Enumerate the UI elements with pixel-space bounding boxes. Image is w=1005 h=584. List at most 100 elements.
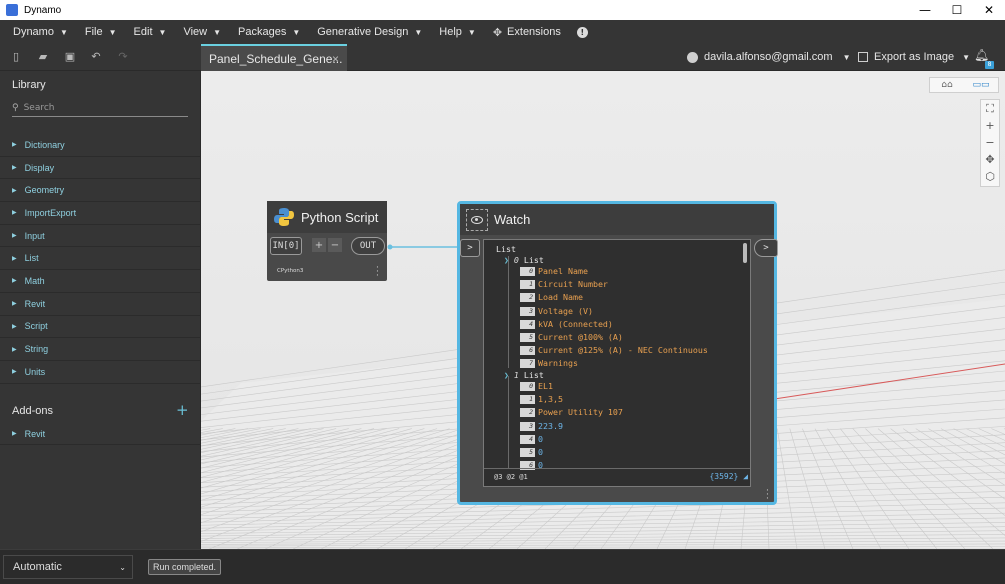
remove-input-minus-button[interactable]: − xyxy=(328,238,342,252)
notification-bell-icon[interactable]: 🔔︎ xyxy=(974,48,989,62)
info-icon[interactable]: ! xyxy=(576,26,588,38)
save-icon[interactable]: ▣ xyxy=(64,51,76,63)
node-options-icon[interactable]: · · · xyxy=(766,487,769,504)
open-folder-icon[interactable]: ▰ xyxy=(37,51,49,63)
menu-label: Extensions xyxy=(507,26,561,38)
close-window-button[interactable]: ✕ xyxy=(973,0,1005,20)
menu-file[interactable]: File ▼ xyxy=(85,26,117,38)
watch-output-tree[interactable]: List ❯ 0 List 0 Panel Name 1 Circuit Number… xyxy=(483,239,751,487)
title-bar: Dynamo — ☐ ✕ xyxy=(0,0,1005,20)
tab-workspace[interactable]: Panel_Schedule_Gene... × xyxy=(201,44,347,71)
library-item-revit[interactable]: ▶ Revit xyxy=(0,293,200,316)
menu-dynamo[interactable]: Dynamo ▼ xyxy=(13,26,68,38)
minimize-button[interactable]: — xyxy=(909,0,941,20)
list-item-row: 4 kVA (Connected) xyxy=(520,319,613,329)
menu-packages[interactable]: Packages ▼ xyxy=(238,26,300,38)
list-item-row: 2 Power Utility 107 xyxy=(520,407,623,418)
3d-view-icon[interactable]: ⌂⌂ xyxy=(930,78,964,92)
fit-to-view-icon[interactable]: ⛶ xyxy=(981,100,999,117)
library-item-script[interactable]: ▶ Script xyxy=(0,316,200,339)
addon-item-revit[interactable]: ▶ Revit xyxy=(0,423,200,445)
collapse-chevron-icon[interactable]: ❯ xyxy=(504,371,509,380)
menu-extensions[interactable]: ✥ Extensions xyxy=(493,26,561,39)
item-value: Current @125% (A) - NEC Continuous xyxy=(538,345,708,356)
node-header[interactable]: Watch xyxy=(460,204,774,235)
list-item-row: 1 Circuit Number xyxy=(520,279,608,290)
zoom-in-icon[interactable]: + xyxy=(981,117,999,134)
collapse-chevron-icon[interactable]: ❯ xyxy=(504,256,509,265)
menu-edit[interactable]: Edit ▼ xyxy=(134,26,167,38)
dynamo-app-icon xyxy=(6,4,18,16)
pan-icon[interactable]: ✥ xyxy=(981,151,999,168)
new-file-icon[interactable]: ▯ xyxy=(10,51,22,63)
output-port-out[interactable]: OUT xyxy=(351,237,385,255)
item-index: 0 xyxy=(520,267,535,276)
library-item-string[interactable]: ▶ String xyxy=(0,338,200,361)
redo-icon[interactable]: ↷ xyxy=(117,51,129,63)
library-item-math[interactable]: ▶ Math xyxy=(0,270,200,293)
library-category-list: ▶ Dictionary ▶ Display ▶ Geometry ▶ ImportEx… xyxy=(0,134,200,384)
caret-down-icon: ▼ xyxy=(59,27,68,37)
item-value: Power Utility 107 xyxy=(538,407,623,418)
undo-icon[interactable]: ↶ xyxy=(90,51,102,63)
caret-down-icon: ▼ xyxy=(414,27,423,37)
item-value: EL1 xyxy=(538,381,553,391)
node-title: Python Script xyxy=(301,209,379,225)
menu-help[interactable]: Help ▼ xyxy=(439,26,476,38)
library-item-units[interactable]: ▶ Units xyxy=(0,361,200,384)
library-item-dictionary[interactable]: ▶ Dictionary xyxy=(0,134,200,157)
watch-output-port[interactable]: > xyxy=(754,239,778,257)
library-item-importexport[interactable]: ▶ ImportExport xyxy=(0,202,200,225)
graph-view-icon[interactable]: ▭▭ xyxy=(964,78,998,92)
run-mode-select[interactable]: Automatic ⌄ xyxy=(3,555,133,579)
menu-generative-design[interactable]: Generative Design ▼ xyxy=(317,26,422,38)
connector-wire[interactable] xyxy=(387,241,463,253)
list-node-1[interactable]: ❯ 1 List xyxy=(504,370,544,380)
library-item-label: Dictionary xyxy=(24,139,65,150)
scrollbar-thumb[interactable] xyxy=(743,243,747,263)
caret-down-icon: ▼ xyxy=(842,52,851,62)
item-index: 2 xyxy=(520,408,535,418)
input-port-in0[interactable]: IN[0] xyxy=(270,237,302,255)
close-tab-icon[interactable]: × xyxy=(332,52,339,66)
list-item-row: 40 xyxy=(520,434,543,444)
window-title: Dynamo xyxy=(24,4,62,16)
expand-arrow-icon: ▶ xyxy=(12,323,17,330)
item-index: 5 xyxy=(520,333,535,342)
library-item-input[interactable]: ▶ Input xyxy=(0,225,200,248)
list-node-0[interactable]: ❯ 0 List xyxy=(504,255,544,265)
item-index: 0 xyxy=(520,382,535,391)
node-options-icon[interactable]: · · · xyxy=(376,264,379,281)
library-item-display[interactable]: ▶ Display xyxy=(0,157,200,180)
node-header[interactable]: Python Script xyxy=(267,201,387,233)
graph-canvas[interactable]: ⌂⌂ ▭▭ ⛶ + − ✥ ⬡ Python Script IN[0] + − … xyxy=(201,71,1005,549)
add-input-plus-button[interactable]: + xyxy=(312,238,326,252)
item-value: Panel Name xyxy=(538,266,588,276)
orbit-icon[interactable]: ⬡ xyxy=(981,168,999,185)
library-item-label: Units xyxy=(24,366,46,377)
library-item-geometry[interactable]: ▶ Geometry xyxy=(0,179,200,203)
view-mode-toggle[interactable]: ⌂⌂ ▭▭ xyxy=(929,77,999,93)
maximize-button[interactable]: ☐ xyxy=(941,0,973,20)
expand-arrow-icon: ▶ xyxy=(12,255,17,262)
user-account-menu[interactable]: davila.alfonso@gmail.com ▼ xyxy=(687,51,850,63)
export-as-image-button[interactable]: Export as Image ▼ xyxy=(858,51,970,63)
menu-view[interactable]: View ▼ xyxy=(183,26,221,38)
search-placeholder: Search xyxy=(23,102,55,113)
item-index: 7 xyxy=(520,359,535,369)
library-search-input[interactable]: ⚲ Search xyxy=(12,99,188,117)
list-item-row: 1 1,3,5 xyxy=(520,394,563,405)
watch-node[interactable]: Watch > > List ❯ 0 List 0 Panel Name 1 Circ… xyxy=(457,201,778,505)
item-value: Current @100% (A) xyxy=(538,332,623,342)
add-addon-plus-icon[interactable]: + xyxy=(176,401,189,419)
expand-arrow-icon: ▶ xyxy=(12,165,17,172)
library-item-list[interactable]: ▶ List xyxy=(0,247,200,271)
watch-input-port[interactable]: > xyxy=(460,239,480,257)
resize-grip-icon[interactable]: ◢ xyxy=(743,472,748,481)
item-index: 3 xyxy=(520,421,535,431)
item-index: 3 xyxy=(520,306,535,316)
expand-arrow-icon: ▶ xyxy=(12,369,17,376)
list-item-row: 0 Panel Name xyxy=(520,266,588,276)
python-script-node[interactable]: Python Script IN[0] + − OUT CPython3 · · · xyxy=(267,201,387,281)
zoom-out-icon[interactable]: − xyxy=(981,134,999,151)
